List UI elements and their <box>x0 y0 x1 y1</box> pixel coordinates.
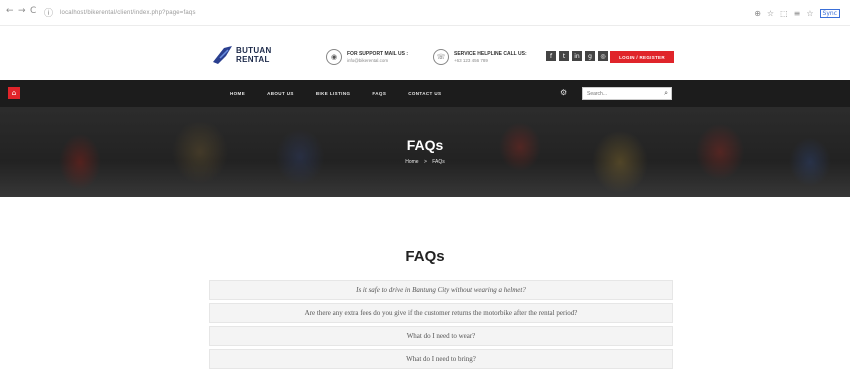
browser-extensions: ⊕ ☆ ⬚ ≡ ☆ Sync <box>754 6 840 20</box>
main-navbar: ⌂ HOME ABOUT US BIKE LISTING FAQS CONTAC… <box>0 80 850 107</box>
menu-item-contact[interactable]: CONTACT US <box>408 91 441 96</box>
logo-line-1: BUTUAN <box>236 46 272 55</box>
faq-question[interactable]: What do I need to wear? <box>209 326 673 346</box>
menu-item-home[interactable]: HOME <box>230 91 245 96</box>
home-icon[interactable]: ⌂ <box>8 87 20 99</box>
search-icon[interactable]: ⌕ <box>664 89 668 98</box>
service-detail: +63 123 456 789 <box>454 58 488 63</box>
tab-icon[interactable]: ⬚ <box>780 9 788 18</box>
site-logo[interactable]: BUTUAN RENTAL <box>212 42 292 72</box>
search-input[interactable] <box>583 88 657 99</box>
menu-icon[interactable]: ≡ <box>794 9 801 18</box>
search-box: ⌕ <box>582 87 672 100</box>
address-bar[interactable]: localhost/bikerental/client/index.php?pa… <box>60 7 250 19</box>
forward-button[interactable]: → <box>18 6 26 16</box>
support-title: FOR SUPPORT MAIL US : <box>347 51 409 57</box>
settings-icon[interactable]: ⚙ <box>560 88 567 97</box>
facebook-icon[interactable]: f <box>546 51 556 61</box>
mail-icon: ◉ <box>326 49 342 65</box>
service-contact: ☏ SERVICE HELPLINE CALL US: +63 123 456 … <box>433 45 527 69</box>
extension-icon[interactable]: ⊕ <box>754 9 761 18</box>
breadcrumb-current: FAQs <box>432 159 445 165</box>
breadcrumb-separator: > <box>423 159 427 165</box>
favorites-icon[interactable]: ☆ <box>806 9 813 18</box>
menu-item-bike-listing[interactable]: BIKE LISTING <box>316 91 351 96</box>
service-title: SERVICE HELPLINE CALL US: <box>454 51 527 57</box>
twitter-icon[interactable]: t <box>559 51 569 61</box>
instagram-icon[interactable]: ◎ <box>598 51 608 61</box>
browser-toolbar: ← → C ⓘ localhost/bikerental/client/inde… <box>0 0 850 26</box>
social-links: f t in g ◎ <box>546 51 608 61</box>
login-register-button[interactable]: LOGIN / REGISTER <box>610 51 674 63</box>
main-menu: HOME ABOUT US BIKE LISTING FAQS CONTACT … <box>230 80 441 107</box>
faq-question[interactable]: Are there any extra fees do you give if … <box>209 303 673 323</box>
faq-question[interactable]: Is it safe to drive in Bantung City with… <box>209 280 673 300</box>
back-button[interactable]: ← <box>6 6 14 16</box>
support-detail: info@bikerental.com <box>347 58 389 63</box>
hero-title: FAQs <box>406 137 444 153</box>
menu-item-about[interactable]: ABOUT US <box>267 91 294 96</box>
profile-button[interactable]: Sync <box>819 8 840 18</box>
bookmark-icon[interactable]: ☆ <box>767 9 774 18</box>
faq-heading: FAQs <box>405 248 445 265</box>
support-contact: ◉ FOR SUPPORT MAIL US : info@bikerental.… <box>326 45 408 69</box>
logo-line-2: RENTAL <box>236 55 270 64</box>
hero-banner: FAQs Home > FAQs <box>0 107 850 197</box>
google-plus-icon[interactable]: g <box>585 51 595 61</box>
linkedin-icon[interactable]: in <box>572 51 582 61</box>
logo-bike-icon <box>213 46 232 64</box>
breadcrumb: Home > FAQs <box>0 159 850 165</box>
site-info-icon[interactable]: ⓘ <box>44 6 53 19</box>
faq-question[interactable]: What do I need to bring? <box>209 349 673 369</box>
breadcrumb-home[interactable]: Home <box>405 159 418 165</box>
reload-button[interactable]: C <box>30 6 36 16</box>
menu-item-faqs[interactable]: FAQS <box>372 91 386 96</box>
faq-list: Is it safe to drive in Bantung City with… <box>209 280 673 372</box>
logo-text: BUTUAN RENTAL <box>236 46 272 64</box>
phone-icon: ☏ <box>433 49 449 65</box>
